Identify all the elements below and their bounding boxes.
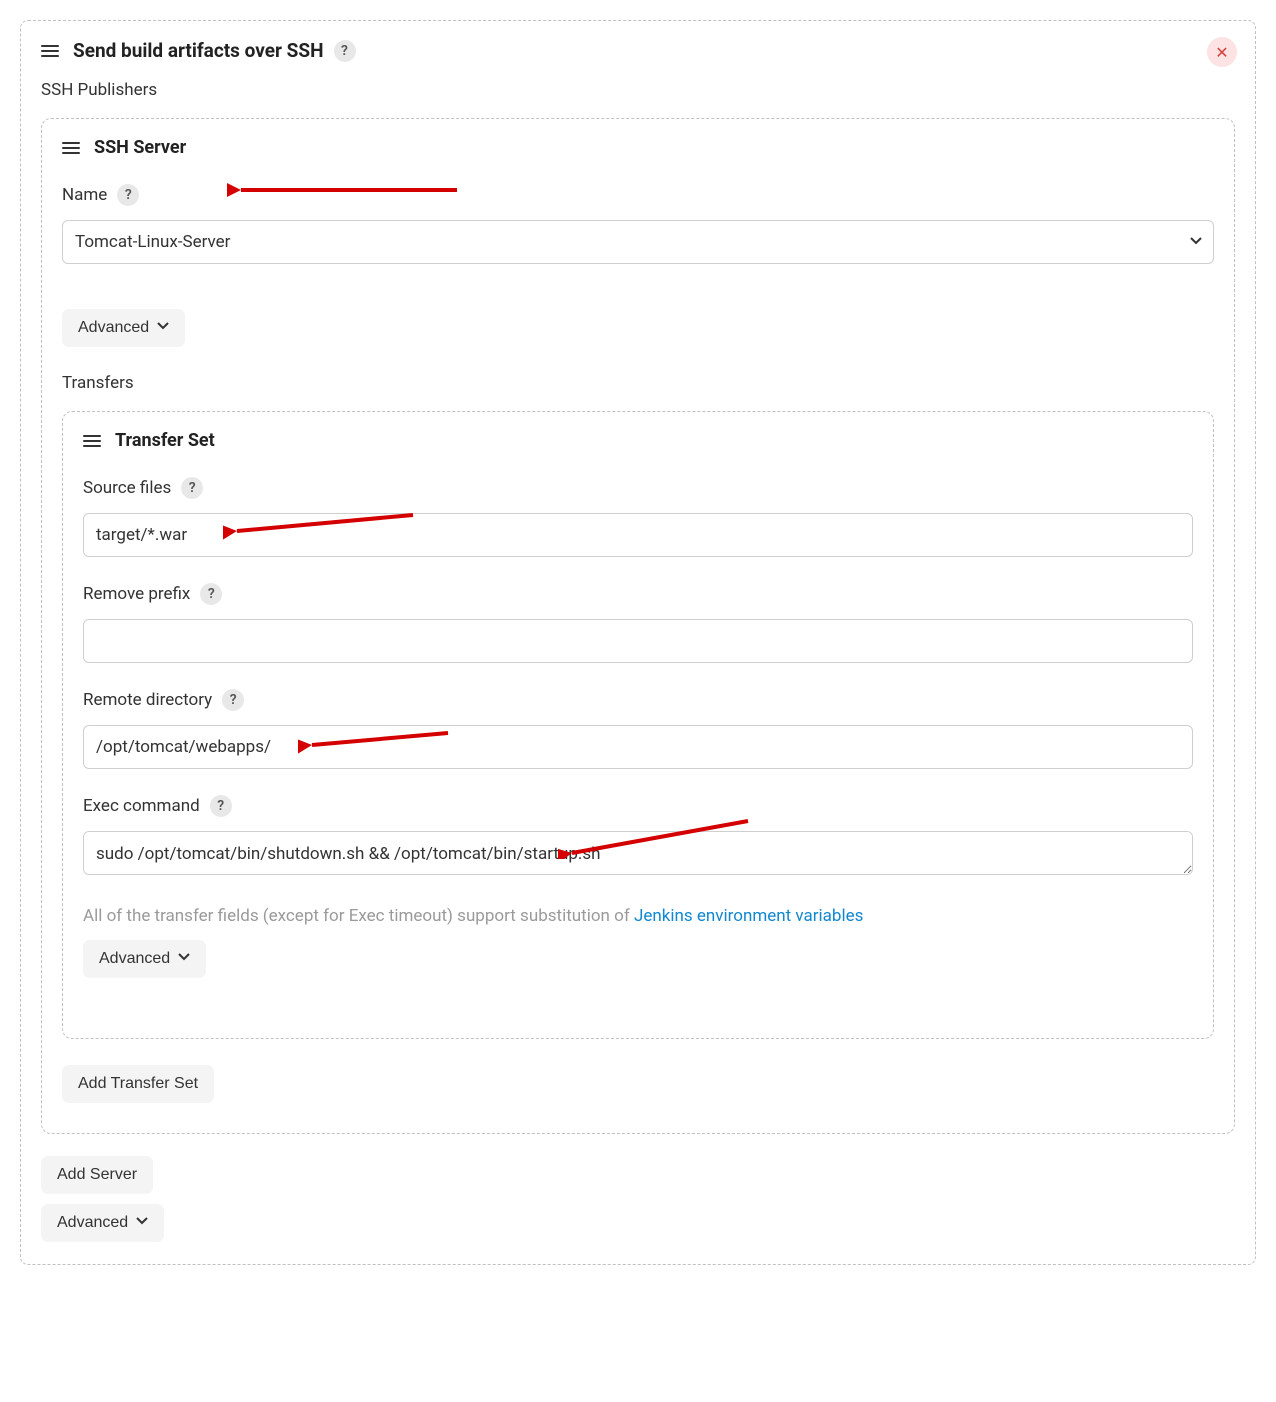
help-icon[interactable]: ?	[181, 477, 203, 499]
helper-text: All of the transfer fields (except for E…	[83, 906, 1193, 926]
helper-prefix: All of the transfer fields (except for E…	[83, 906, 634, 926]
advanced-label: Advanced	[57, 1214, 128, 1232]
transfer-header: Transfer Set	[83, 430, 1193, 451]
chevron-down-icon	[157, 319, 169, 337]
panel-title: Send build artifacts over SSH	[73, 39, 324, 62]
exec-command-input[interactable]	[83, 831, 1193, 875]
ssh-server-panel: SSH Server Name ? Tomcat-Linux-Server	[41, 118, 1235, 1134]
add-server-button[interactable]: Add Server	[41, 1156, 153, 1194]
chevron-down-icon	[178, 950, 190, 968]
transfers-label: Transfers	[62, 373, 1214, 393]
source-files-input[interactable]	[83, 513, 1193, 557]
remote-directory-input[interactable]	[83, 725, 1193, 769]
remove-prefix-label: Remove prefix	[83, 584, 190, 604]
bottom-advanced-button[interactable]: Advanced	[41, 1204, 164, 1242]
panel-header: Send build artifacts over SSH ? ✕	[41, 39, 1235, 62]
help-icon[interactable]: ?	[200, 583, 222, 605]
close-icon[interactable]: ✕	[1207, 37, 1237, 67]
chevron-down-icon	[136, 1214, 148, 1232]
exec-command-label: Exec command	[83, 796, 200, 816]
drag-handle-icon[interactable]	[83, 432, 101, 450]
advanced-label: Advanced	[99, 950, 170, 968]
server-header: SSH Server	[62, 137, 1214, 158]
name-label: Name	[62, 185, 107, 205]
remote-directory-label: Remote directory	[83, 690, 212, 710]
drag-handle-icon[interactable]	[41, 42, 59, 60]
server-name-select[interactable]: Tomcat-Linux-Server	[62, 220, 1214, 264]
help-icon[interactable]: ?	[334, 40, 356, 62]
add-transfer-set-button[interactable]: Add Transfer Set	[62, 1065, 214, 1103]
transfer-advanced-button[interactable]: Advanced	[83, 940, 206, 978]
help-icon[interactable]: ?	[210, 795, 232, 817]
transfer-title: Transfer Set	[115, 430, 215, 451]
publishers-label: SSH Publishers	[41, 80, 1235, 100]
ssh-publish-panel: Send build artifacts over SSH ? ✕ SSH Pu…	[20, 20, 1256, 1265]
drag-handle-icon[interactable]	[62, 139, 80, 157]
env-vars-link[interactable]: Jenkins environment variables	[634, 906, 863, 926]
source-files-label: Source files	[83, 478, 171, 498]
advanced-label: Advanced	[78, 319, 149, 337]
remove-prefix-input[interactable]	[83, 619, 1193, 663]
help-icon[interactable]: ?	[117, 184, 139, 206]
server-advanced-button[interactable]: Advanced	[62, 309, 185, 347]
transfer-set-panel: Transfer Set Source files ?	[62, 411, 1214, 1039]
help-icon[interactable]: ?	[222, 689, 244, 711]
server-title: SSH Server	[94, 137, 186, 158]
